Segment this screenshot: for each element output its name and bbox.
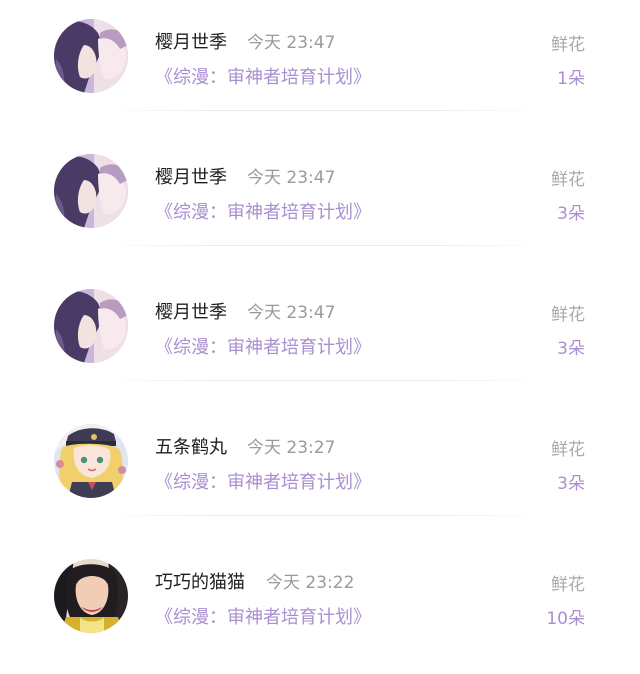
book-title-link[interactable]: 《综漫：审神者培育计划》 [155, 333, 371, 359]
book-title-link[interactable]: 《综漫：审神者培育计划》 [155, 468, 371, 494]
avatar[interactable] [54, 559, 128, 633]
divider [100, 515, 546, 516]
gift-count: 3朵 [557, 474, 585, 494]
list-item[interactable]: 五条鹤丸 今天 23:27 《综漫：审神者培育计划》 鲜花 3朵 [0, 405, 640, 539]
anime-couple-avatar-image [54, 19, 128, 93]
gift-type: 鲜花 [551, 35, 585, 55]
gift-count: 1朵 [557, 69, 585, 89]
timestamp: 今天 23:47 [247, 303, 336, 323]
avatar[interactable] [54, 154, 128, 228]
timestamp: 今天 23:47 [247, 33, 336, 53]
anime-couple-avatar-image [54, 289, 128, 363]
gift-type: 鲜花 [551, 170, 585, 190]
timestamp: 今天 23:47 [247, 168, 336, 188]
book-title-link[interactable]: 《综漫：审神者培育计划》 [155, 603, 371, 629]
gift-type: 鲜花 [551, 440, 585, 460]
gift-type: 鲜花 [551, 575, 585, 595]
avatar[interactable] [54, 289, 128, 363]
gift-type: 鲜花 [551, 305, 585, 325]
gift-count: 3朵 [557, 204, 585, 224]
avatar[interactable] [54, 19, 128, 93]
anime-blonde-girl-avatar-image [54, 424, 128, 498]
list-item[interactable]: 巧巧的猫猫 今天 23:22 《综漫：审神者培育计划》 鲜花 10朵 [0, 540, 640, 674]
divider [100, 245, 546, 246]
user-name[interactable]: 樱月世季 [155, 28, 227, 54]
list-item[interactable]: 樱月世季 今天 23:47 《综漫：审神者培育计划》 鲜花 1朵 [0, 0, 640, 134]
gift-count: 10朵 [546, 609, 585, 629]
anime-couple-avatar-image [54, 154, 128, 228]
book-title-link[interactable]: 《综漫：审神者培育计划》 [155, 63, 371, 89]
divider [100, 110, 546, 111]
gift-record-list: 樱月世季 今天 23:47 《综漫：审神者培育计划》 鲜花 1朵 樱月世季 今天… [0, 0, 640, 648]
divider [100, 380, 546, 381]
timestamp: 今天 23:27 [247, 438, 336, 458]
photo-person-avatar-image [54, 559, 128, 633]
gift-count: 3朵 [557, 339, 585, 359]
list-item[interactable]: 樱月世季 今天 23:47 《综漫：审神者培育计划》 鲜花 3朵 [0, 135, 640, 269]
book-title-link[interactable]: 《综漫：审神者培育计划》 [155, 198, 371, 224]
user-name[interactable]: 五条鹤丸 [155, 433, 227, 459]
timestamp: 今天 23:22 [266, 573, 355, 593]
user-name[interactable]: 樱月世季 [155, 163, 227, 189]
user-name[interactable]: 樱月世季 [155, 298, 227, 324]
user-name[interactable]: 巧巧的猫猫 [155, 568, 245, 594]
list-item[interactable]: 樱月世季 今天 23:47 《综漫：审神者培育计划》 鲜花 3朵 [0, 270, 640, 404]
avatar[interactable] [54, 424, 128, 498]
